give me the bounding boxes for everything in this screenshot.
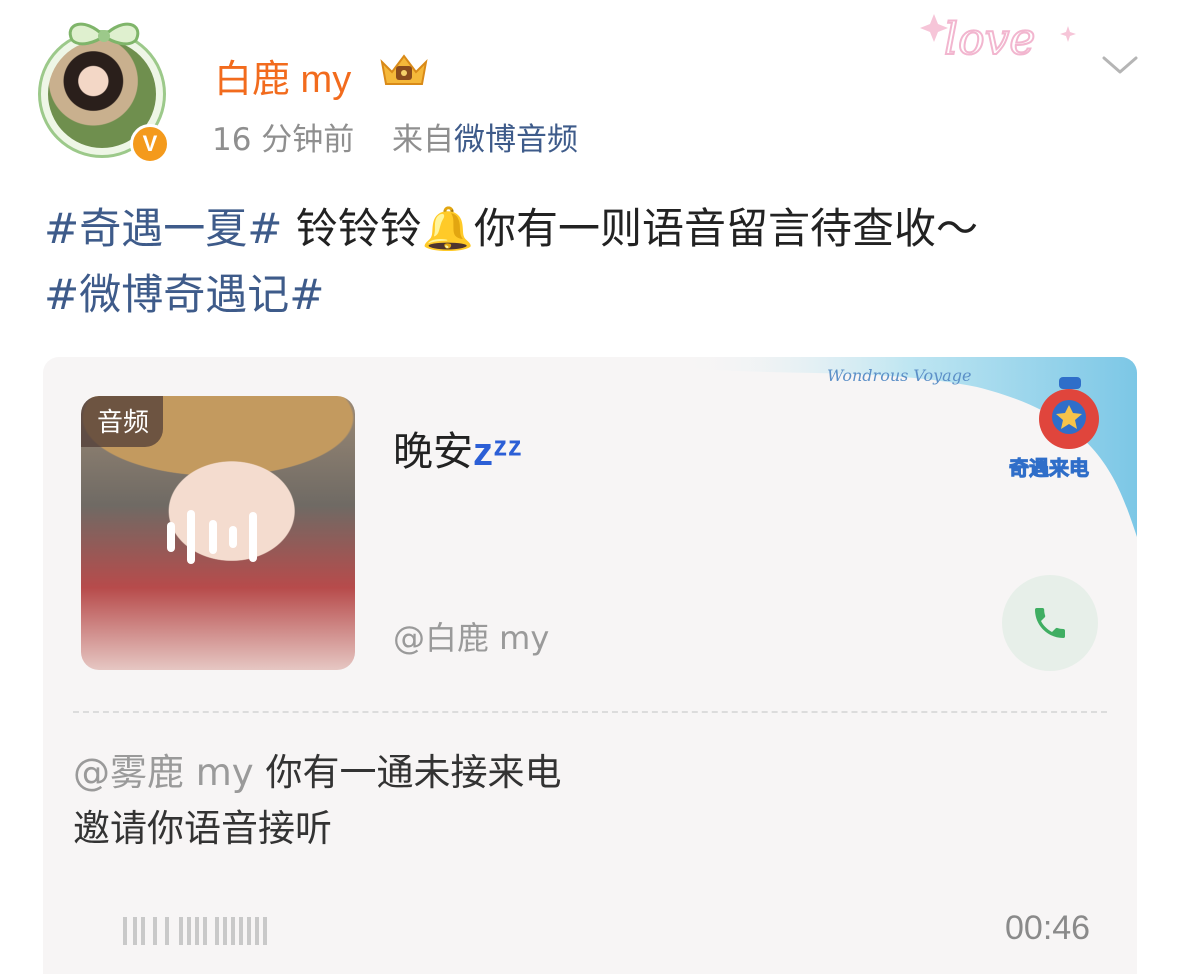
- voice-title: 晚安zᶻᶻ: [393, 419, 522, 477]
- verified-badge: V: [130, 124, 170, 164]
- audio-tag: 音频: [81, 396, 164, 447]
- post-meta: 16 分钟前 来自微博音频: [212, 114, 578, 159]
- audio-wave-icon: [167, 510, 257, 564]
- waveform-icon: [123, 917, 267, 945]
- description-line2: 邀请你语音接听: [73, 807, 332, 850]
- badge-text: 奇遇来电: [1009, 456, 1089, 480]
- chevron-down-icon[interactable]: [1100, 52, 1140, 78]
- divider: [73, 711, 1107, 713]
- bow-icon: [68, 22, 140, 46]
- audio-duration: 00:46: [1005, 909, 1091, 947]
- love-text: love: [944, 14, 1035, 65]
- audio-card[interactable]: Wondrous Voyage 奇遇来电 音频 晚安zᶻᶻ @白鹿 my @雾鹿…: [43, 357, 1137, 974]
- topic-link[interactable]: #微博奇遇记#: [44, 270, 324, 319]
- username[interactable]: 白鹿 my: [214, 48, 351, 103]
- audio-cover[interactable]: 音频: [81, 396, 355, 670]
- topic-link[interactable]: #奇遇一夏#: [44, 204, 282, 253]
- voyage-caption: Wondrous Voyage: [827, 366, 971, 385]
- description-line1: 你有一通未接来电: [253, 751, 562, 794]
- post-body: 铃铃铃🔔你有一则语音留言待查收～: [282, 204, 979, 253]
- call-button[interactable]: [1002, 575, 1098, 671]
- source-link[interactable]: 微博音频: [454, 122, 578, 158]
- mention-link[interactable]: @雾鹿 my: [73, 751, 254, 794]
- post-time: 16 分钟前: [212, 122, 355, 158]
- crown-icon[interactable]: [376, 50, 432, 90]
- love-sticker: love: [920, 13, 1076, 66]
- voice-description: @雾鹿 my 你有一通未接来电 邀请你语音接听: [73, 745, 561, 857]
- voyage-decoration: Wondrous Voyage 奇遇来电: [677, 357, 1137, 537]
- phone-icon: [1035, 608, 1065, 638]
- voice-author[interactable]: @白鹿 my: [393, 613, 549, 659]
- avatar[interactable]: V: [34, 14, 174, 164]
- source-prefix: 来自: [392, 122, 455, 158]
- voice-title-text: 晚安: [393, 429, 473, 475]
- sleep-emoji: zᶻᶻ: [473, 430, 522, 474]
- post-text: #奇遇一夏# 铃铃铃🔔你有一则语音留言待查收～ #微博奇遇记#: [44, 196, 1144, 328]
